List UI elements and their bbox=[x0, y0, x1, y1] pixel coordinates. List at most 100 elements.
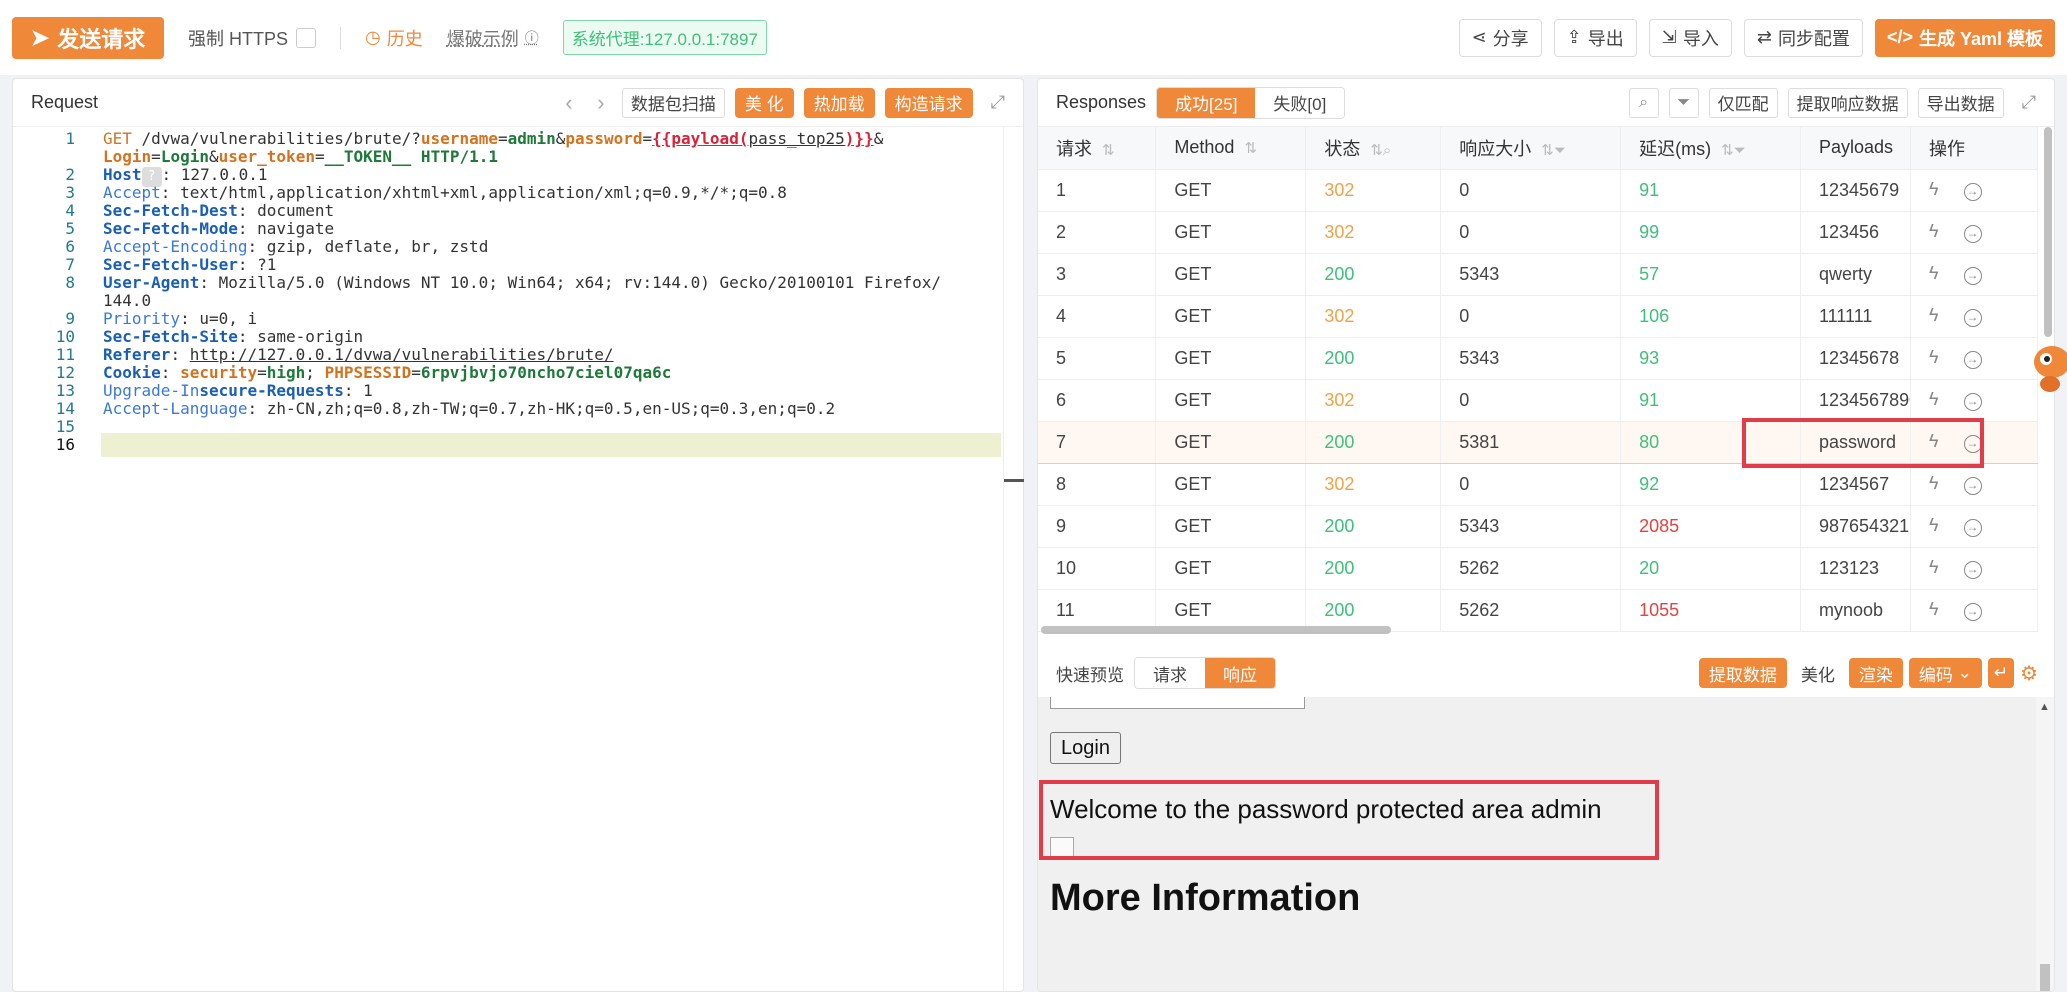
lightning-icon[interactable]: ϟ bbox=[1929, 515, 1939, 535]
sync-config-button[interactable]: ⇄ 同步配置 bbox=[1743, 18, 1863, 57]
table-row[interactable]: 6 GET 302 0 91 1234567890 ϟ → bbox=[1038, 379, 2038, 422]
cell-actions: ϟ → bbox=[1910, 211, 2038, 254]
sort-filter-icon[interactable]: ⇅⏷ bbox=[1541, 142, 1566, 159]
goto-arrow-icon[interactable]: → bbox=[1963, 519, 1982, 537]
generate-yaml-button[interactable]: </> 生成 Yaml 模板 bbox=[1874, 18, 2055, 57]
login-button-rendered: Login bbox=[1050, 732, 1121, 764]
import-button[interactable]: ⇲ 导入 bbox=[1648, 18, 1732, 57]
sort-icon[interactable]: ⇅ bbox=[1102, 142, 1115, 159]
cell-id: 8 bbox=[1038, 463, 1157, 506]
request-editor[interactable]: 1 GET /dvwa/vulnerabilities/brute/?usern… bbox=[13, 127, 1024, 991]
hot-reload-button[interactable]: 热加载 bbox=[803, 87, 875, 118]
lightning-icon[interactable]: ϟ bbox=[1929, 305, 1939, 325]
tab-preview-response[interactable]: 响应 bbox=[1205, 658, 1275, 688]
system-proxy-badge[interactable]: 系统代理:127.0.0.1:7897 bbox=[562, 20, 767, 55]
build-request-button[interactable]: 构造请求 bbox=[884, 87, 973, 118]
encode-dropdown[interactable]: 编码 ⌄ bbox=[1908, 658, 1982, 688]
goto-arrow-icon[interactable]: → bbox=[1963, 183, 1982, 201]
goto-arrow-icon[interactable]: → bbox=[1963, 477, 1982, 495]
goto-arrow-icon[interactable]: → bbox=[1963, 351, 1982, 369]
code-line: 16 bbox=[13, 433, 1023, 457]
scrollbar-thumb[interactable] bbox=[1041, 626, 1391, 634]
column-header[interactable]: 状态 ⇅⌕ bbox=[1305, 127, 1442, 170]
table-row[interactable]: 3 GET 200 5343 57 qwerty ϟ → bbox=[1038, 253, 2038, 296]
table-row[interactable]: 8 GET 302 0 92 1234567 ϟ → bbox=[1038, 463, 2038, 506]
filter-icon[interactable]: ⏷ bbox=[1668, 87, 1699, 118]
table-row[interactable]: 9 GET 200 5343 2085 987654321 ϟ → bbox=[1038, 505, 2038, 548]
brute-example-link[interactable]: 爆破示例 ⓘ bbox=[447, 25, 539, 51]
export-data-button[interactable]: 导出数据 bbox=[1917, 87, 2004, 118]
sort-icon[interactable]: ⇅⌕ bbox=[1370, 142, 1391, 159]
cell-status: 200 bbox=[1305, 547, 1442, 590]
force-https-toggle[interactable]: 强制 HTTPS bbox=[188, 25, 317, 51]
table-row[interactable]: 1 GET 302 0 91 12345679 ϟ → bbox=[1038, 169, 2038, 212]
sort-icon[interactable]: ⇅ bbox=[1244, 140, 1257, 157]
table-row[interactable]: 4 GET 302 0 106 111111 ϟ → bbox=[1038, 295, 2038, 338]
cell-actions: ϟ → bbox=[1910, 379, 2038, 422]
column-header[interactable]: 请求 ⇅ bbox=[1038, 127, 1157, 170]
settings-gear-icon[interactable]: ⚙ bbox=[2020, 661, 2038, 686]
goto-arrow-icon[interactable]: → bbox=[1963, 561, 1982, 579]
wrap-toggle-button[interactable]: ↵ bbox=[1987, 658, 2015, 688]
lightning-icon[interactable]: ϟ bbox=[1929, 221, 1939, 241]
cell-id: 1 bbox=[1038, 169, 1157, 212]
export-button[interactable]: ⇪ 导出 bbox=[1553, 18, 1637, 57]
export-label: 导出 bbox=[1587, 28, 1624, 49]
table-row[interactable]: 10 GET 200 5262 20 123123 ϟ → bbox=[1038, 547, 2038, 590]
beautify-preview-button[interactable]: 美化 bbox=[1792, 658, 1843, 688]
lightning-icon[interactable]: ϟ bbox=[1929, 557, 1939, 577]
code-icon: </> bbox=[1886, 27, 1913, 47]
cell-status: 302 bbox=[1305, 295, 1442, 338]
cell-actions: ϟ → bbox=[1910, 463, 2038, 506]
lightning-icon[interactable]: ϟ bbox=[1929, 179, 1939, 199]
goto-arrow-icon[interactable]: → bbox=[1963, 225, 1982, 243]
column-header[interactable]: Method ⇅ bbox=[1155, 127, 1307, 170]
preview-scrollbar[interactable]: ▲ bbox=[2036, 697, 2054, 991]
tab-fail[interactable]: 失败[0] bbox=[1255, 87, 1345, 118]
cell-size: 5262 bbox=[1440, 547, 1622, 590]
lightning-icon[interactable]: ϟ bbox=[1929, 347, 1939, 367]
goto-arrow-icon[interactable]: → bbox=[1963, 393, 1982, 411]
goto-arrow-icon[interactable]: → bbox=[1963, 267, 1982, 285]
mascot-icon[interactable] bbox=[2030, 340, 2067, 396]
scrollbar-thumb[interactable] bbox=[2040, 964, 2050, 991]
editor-scrollbar[interactable] bbox=[1003, 127, 1024, 991]
packet-scan-button[interactable]: 数据包扫描 bbox=[621, 87, 725, 118]
share-button[interactable]: ⋖ 分享 bbox=[1458, 18, 1542, 57]
goto-arrow-icon[interactable]: → bbox=[1963, 603, 1982, 621]
scrollbar-thumb[interactable] bbox=[2044, 127, 2052, 337]
beautify-button[interactable]: 美 化 bbox=[734, 87, 794, 118]
extract-data-button[interactable]: 提取数据 bbox=[1698, 658, 1787, 688]
goto-arrow-icon[interactable]: → bbox=[1963, 309, 1982, 327]
chevron-left-icon[interactable]: ‹ bbox=[558, 90, 580, 116]
scroll-up-icon[interactable]: ▲ bbox=[2039, 701, 2050, 713]
lightning-icon[interactable]: ϟ bbox=[1929, 263, 1939, 283]
send-request-button[interactable]: ➤ 发送请求 bbox=[12, 16, 164, 59]
cell-payload: 12345678 bbox=[1800, 337, 1911, 380]
cell-id: 4 bbox=[1038, 295, 1157, 338]
column-header[interactable]: 响应大小 ⇅⏷ bbox=[1440, 127, 1622, 170]
sort-filter-icon[interactable]: ⇅⏷ bbox=[1721, 142, 1746, 159]
lightning-icon[interactable]: ϟ bbox=[1929, 389, 1939, 409]
tab-success[interactable]: 成功[25] bbox=[1157, 87, 1256, 118]
responses-table: 请求 ⇅ Method ⇅ 状态 ⇅⌕ 响应大小 ⇅⏷ 延迟(ms) ⇅⏷ Payload… bbox=[1038, 127, 2038, 632]
extract-response-button[interactable]: 提取响应数据 bbox=[1787, 87, 1908, 118]
lightning-icon[interactable]: ϟ bbox=[1929, 473, 1939, 493]
cell-delay: 57 bbox=[1620, 253, 1801, 296]
expand-icon[interactable]: ⤢ bbox=[991, 92, 1005, 113]
column-header[interactable]: 延迟(ms) ⇅⏷ bbox=[1620, 127, 1801, 170]
history-link[interactable]: ◷ 历史 bbox=[365, 25, 423, 51]
lightning-icon[interactable]: ϟ bbox=[1929, 599, 1939, 619]
cell-delay: 2085 bbox=[1620, 505, 1801, 548]
column-header[interactable]: Payloads bbox=[1800, 127, 1911, 170]
tab-preview-request[interactable]: 请求 bbox=[1135, 658, 1205, 688]
table-horizontal-scrollbar[interactable] bbox=[1041, 623, 2041, 635]
table-row[interactable]: 5 GET 200 5343 93 12345678 ϟ → bbox=[1038, 337, 2038, 380]
table-row[interactable]: 2 GET 302 0 99 123456 ϟ → bbox=[1038, 211, 2038, 254]
search-icon[interactable]: ⌕ bbox=[1628, 87, 1659, 118]
match-only-button[interactable]: 仅匹配 bbox=[1708, 87, 1778, 118]
expand-icon[interactable]: ⤢ bbox=[2022, 92, 2036, 113]
force-https-checkbox[interactable] bbox=[296, 27, 317, 48]
render-button[interactable]: 渲染 bbox=[1848, 658, 1903, 688]
chevron-right-icon[interactable]: › bbox=[590, 90, 612, 116]
